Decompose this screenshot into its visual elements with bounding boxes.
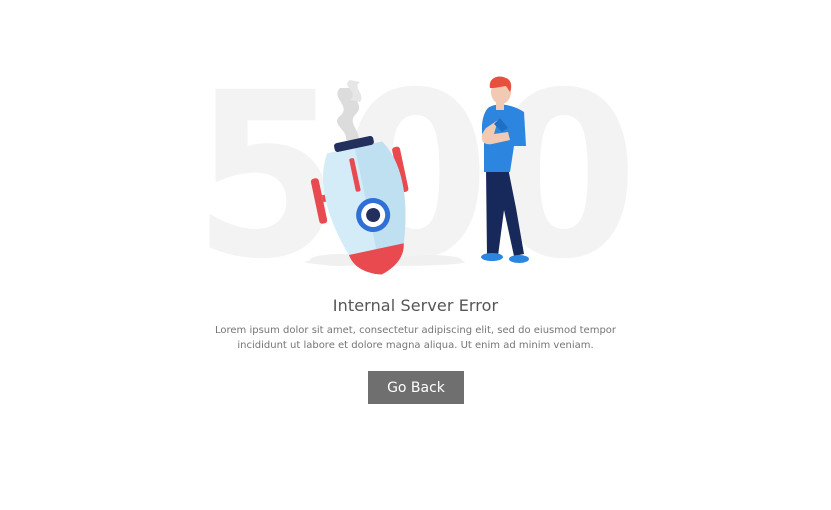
error-500-illustration: 500: [193, 50, 638, 275]
error-description: Lorem ipsum dolor sit amet, consectetur …: [214, 325, 617, 351]
error-title: Internal Server Error: [332, 296, 499, 315]
go-back-button[interactable]: Go Back: [368, 371, 464, 404]
error-page: 500 Internal Server Error Lorem ipsum do…: [0, 0, 831, 510]
error-code-watermark: 500: [193, 50, 638, 275]
error-illustration: 500: [190, 50, 650, 275]
